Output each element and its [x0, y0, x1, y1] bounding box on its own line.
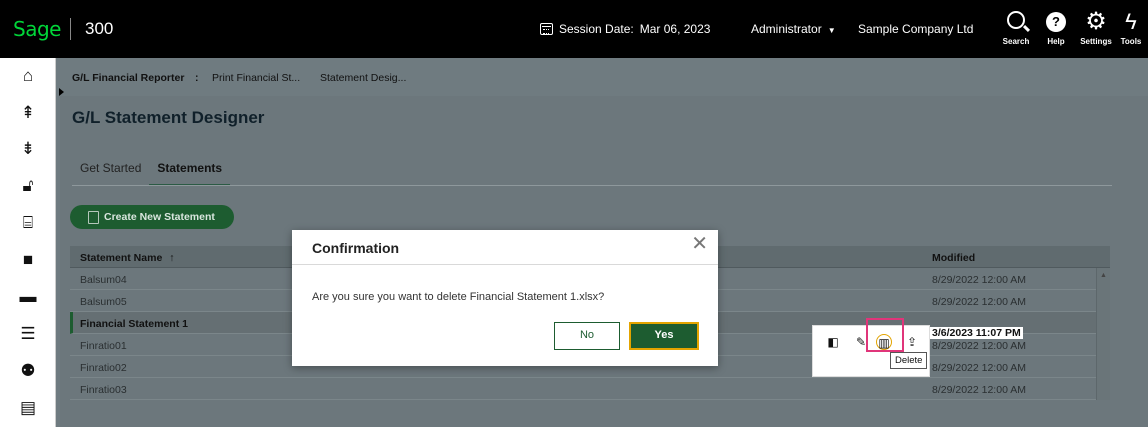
document-icon[interactable]: ▤ — [0, 393, 56, 423]
create-new-statement-button[interactable]: Create New Statement — [70, 205, 234, 229]
settings-button-label: Settings — [1080, 37, 1112, 46]
no-button[interactable]: No — [554, 322, 620, 350]
breadcrumb-item-reporter[interactable]: G/L Financial Reporter — [72, 72, 184, 84]
row-modified: 8/29/2022 12:00 AM — [932, 340, 1026, 352]
briefcase-icon[interactable]: ■ — [0, 245, 56, 275]
company-name[interactable]: Sample Company Ltd — [858, 22, 973, 36]
create-button-label: Create New Statement — [104, 211, 215, 223]
folder-icon[interactable]: ▬ — [0, 282, 56, 312]
close-icon[interactable]: ✕ — [691, 234, 708, 254]
search-icon — [1007, 11, 1025, 29]
session-date-value: Mar 06, 2023 — [639, 22, 711, 36]
column-modified[interactable]: Modified — [932, 252, 975, 264]
session-date-label: Session Date: — [559, 22, 634, 36]
search-button-label: Search — [1002, 37, 1030, 46]
row-name: Finratio03 — [80, 384, 127, 396]
breadcrumb: G/L Financial Reporter : Print Financial… — [56, 58, 1148, 96]
lock-icon[interactable]: 🔓︎ — [0, 171, 56, 201]
users-icon[interactable]: ⚉ — [0, 356, 56, 386]
table-scrollbar[interactable] — [1096, 268, 1110, 400]
sort-up-icon[interactable]: ⇞ — [0, 98, 56, 128]
expand-sidebar-icon[interactable] — [59, 88, 64, 96]
tab-get-started[interactable]: Get Started — [72, 158, 149, 186]
tabs: Get Started Statements — [72, 158, 231, 186]
row-modified: 8/29/2022 12:00 AM — [932, 362, 1026, 374]
row-name: Finratio02 — [80, 362, 127, 374]
calendar-icon — [540, 23, 553, 35]
row-name: Financial Statement 1 — [80, 318, 188, 330]
sort-ascending-icon: ↑ — [169, 252, 175, 264]
dialog-title: Confirmation — [312, 240, 400, 256]
delete-highlight-box — [866, 318, 904, 352]
table-row[interactable]: Finratio03 8/29/2022 12:00 AM — [70, 378, 1110, 400]
sidebar: ⌂ ⇞ ⇟ 🔓︎ ⌸ ■ ▬ ☰ ⚉ ▤ — [0, 58, 56, 427]
breadcrumb-separator: : — [195, 72, 199, 84]
tab-statements[interactable]: Statements — [149, 158, 231, 186]
tab-divider — [72, 185, 1112, 186]
row-name: Balsum05 — [80, 296, 127, 308]
delete-tooltip: Delete — [890, 352, 928, 369]
tools-button[interactable]: ϟ Tools — [1114, 7, 1148, 55]
user-name: Administrator — [751, 22, 822, 36]
column-statement-name[interactable]: Statement Name ↑ — [80, 252, 174, 264]
top-bar: Sage 300 Session Date: Mar 06, 2023 Admi… — [0, 0, 1148, 58]
row-modified: 8/29/2022 12:00 AM — [932, 384, 1026, 396]
server-icon[interactable]: ☰ — [0, 319, 56, 349]
tools-button-label: Tools — [1120, 37, 1142, 46]
user-menu[interactable]: Administrator ▼ — [751, 22, 836, 36]
dialog-message: Are you sure you want to delete Financia… — [312, 291, 605, 303]
search-button[interactable]: Search — [996, 7, 1036, 55]
new-document-icon — [88, 210, 99, 224]
bolt-icon: ϟ — [1125, 9, 1137, 34]
confirmation-dialog: Confirmation ✕ Are you sure you want to … — [292, 230, 718, 366]
help-button[interactable]: ? Help — [1036, 7, 1076, 55]
product-name: 300 — [85, 19, 114, 38]
session-date[interactable]: Session Date: Mar 06, 2023 — [540, 22, 710, 36]
sort-down-icon[interactable]: ⇟ — [0, 134, 56, 164]
logo-divider — [70, 18, 71, 40]
yes-button[interactable]: Yes — [629, 322, 699, 350]
page-title: G/L Statement Designer — [72, 108, 265, 127]
caret-down-icon: ▼ — [827, 26, 836, 35]
help-icon: ? — [1046, 12, 1066, 32]
settings-button[interactable]: ⚙ Settings — [1076, 7, 1116, 55]
bank-icon[interactable]: ⌸ — [0, 208, 56, 238]
row-name: Finratio01 — [80, 340, 127, 352]
home-icon[interactable]: ⌂ — [0, 61, 56, 91]
upload-icon[interactable]: ⇪ — [904, 334, 920, 350]
selected-row-modified: 3/6/2023 11:07 PM — [930, 327, 1023, 339]
row-modified: 8/29/2022 12:00 AM — [932, 274, 1026, 286]
compare-icon[interactable]: ◧ — [825, 334, 841, 350]
sage-logo: Sage — [13, 17, 61, 41]
row-name: Balsum04 — [80, 274, 127, 286]
gear-icon: ⚙ — [1085, 8, 1107, 35]
breadcrumb-item-designer[interactable]: Statement Desig... — [320, 72, 406, 84]
dialog-divider — [292, 264, 718, 265]
breadcrumb-item-print[interactable]: Print Financial St... — [212, 72, 300, 84]
help-button-label: Help — [1047, 37, 1065, 46]
row-modified: 8/29/2022 12:00 AM — [932, 296, 1026, 308]
